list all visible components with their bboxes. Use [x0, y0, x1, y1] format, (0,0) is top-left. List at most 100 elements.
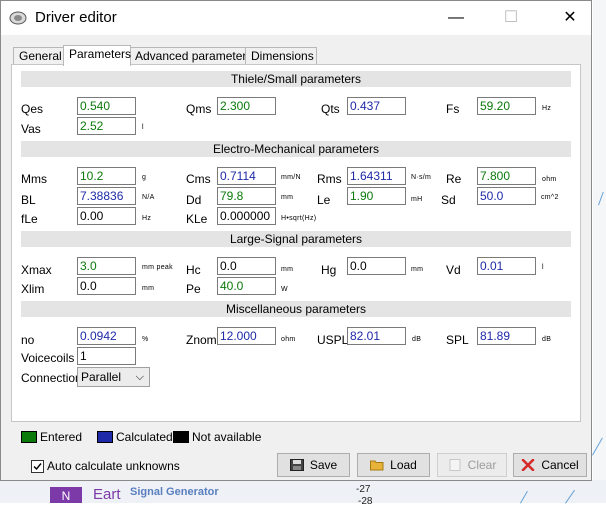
- hc-unit: mm: [281, 266, 294, 273]
- tab-dimensions[interactable]: Dimensions: [245, 47, 317, 65]
- uspl-unit: dB: [412, 336, 422, 343]
- cms-field[interactable]: 0.7114: [217, 167, 276, 185]
- not-available-color-swatch: [173, 431, 189, 443]
- connection-select[interactable]: Parallel ⌵: [77, 367, 150, 387]
- pe-field[interactable]: 40.0: [217, 277, 276, 295]
- xlim-field[interactable]: 0.0: [77, 277, 136, 295]
- fle-label: fLe: [21, 212, 38, 226]
- background-app-label: Eart: [93, 486, 121, 503]
- uspl-label: USPL: [317, 333, 349, 347]
- background-app-taskbar: [0, 480, 606, 503]
- no-unit: %: [142, 336, 149, 343]
- no-field[interactable]: 0.0942: [77, 327, 136, 345]
- hg-field[interactable]: 0.0: [347, 257, 406, 275]
- bl-unit: N/A: [142, 194, 155, 201]
- background-number: -28: [358, 496, 373, 507]
- save-button[interactable]: Save: [277, 453, 350, 477]
- rms-field[interactable]: 1.64311: [347, 167, 406, 185]
- fle-unit: Hz: [142, 215, 152, 222]
- voicecoils-field[interactable]: 1: [77, 347, 136, 365]
- dd-unit: mm: [281, 194, 294, 201]
- cancel-button[interactable]: Cancel: [513, 453, 587, 477]
- sd-label: Sd: [441, 193, 456, 207]
- voicecoils-label: Voicecoils: [21, 351, 75, 365]
- mms-unit: g: [142, 174, 147, 181]
- rms-unit: N·s/m: [411, 174, 432, 181]
- le-unit: mH: [411, 196, 423, 203]
- chevron-down-icon: ⌵: [135, 371, 144, 383]
- sd-field[interactable]: 50.0: [477, 187, 536, 205]
- section-large-signal: Large-Signal parameters: [21, 231, 571, 247]
- bl-label: BL: [21, 193, 36, 207]
- section-miscellaneous: Miscellaneous parameters: [21, 301, 571, 317]
- clear-button-label: Clear: [467, 458, 497, 472]
- tab-parameters[interactable]: Parameters: [63, 45, 131, 66]
- xmax-field[interactable]: 3.0: [77, 257, 136, 275]
- vd-field[interactable]: 0.01: [477, 257, 536, 275]
- cancel-button-label: Cancel: [541, 458, 579, 472]
- clear-button[interactable]: Clear: [437, 453, 507, 477]
- le-field[interactable]: 1.90: [347, 187, 406, 205]
- background-number: -27: [356, 484, 371, 495]
- auto-calculate-checkbox[interactable]: [31, 460, 44, 473]
- fs-label: Fs: [446, 102, 460, 116]
- qts-field[interactable]: 0.437: [347, 97, 406, 115]
- cms-label: Cms: [186, 172, 211, 186]
- kle-field[interactable]: 0.000000: [217, 207, 276, 225]
- legend-entered-label: Entered: [40, 430, 83, 444]
- connection-label: Connection: [21, 371, 82, 385]
- parameters-panel: Thiele/Small parameters Qes 0.540 Qms 2.…: [11, 64, 581, 422]
- fs-unit: Hz: [542, 105, 552, 112]
- hg-unit: mm: [411, 266, 424, 273]
- qts-label: Qts: [321, 102, 340, 116]
- bl-field[interactable]: 7.38836: [77, 187, 136, 205]
- background-app-edge: [593, 0, 606, 503]
- section-thiele-small: Thiele/Small parameters: [21, 71, 571, 87]
- legend-calculated-label: Calculated: [116, 430, 173, 444]
- vas-field[interactable]: 2.52: [77, 117, 136, 135]
- qms-field[interactable]: 2.300: [217, 97, 276, 115]
- load-button[interactable]: Load: [357, 453, 430, 477]
- legend-not-available-label: Not available: [192, 430, 262, 444]
- maximize-button[interactable]: ☐: [496, 7, 526, 29]
- fle-field[interactable]: 0.00: [77, 207, 136, 225]
- re-field[interactable]: 7.800: [477, 167, 536, 185]
- floppy-disk-icon: [289, 459, 304, 471]
- hc-field[interactable]: 0.0: [217, 257, 276, 275]
- checkmark-icon: [33, 463, 42, 471]
- fs-field[interactable]: 59.20: [477, 97, 536, 115]
- re-unit: ohm: [542, 176, 557, 183]
- dd-label: Dd: [186, 193, 202, 207]
- section-electro-mechanical: Electro-Mechanical parameters: [21, 141, 571, 157]
- pe-label: Pe: [186, 282, 201, 296]
- pe-unit: W: [281, 286, 288, 293]
- le-label: Le: [317, 193, 331, 207]
- background-signal-generator: Signal Generator: [130, 486, 219, 498]
- qes-field[interactable]: 0.540: [77, 97, 136, 115]
- background-app-badge: N: [50, 487, 82, 503]
- tab-general[interactable]: General: [13, 47, 66, 65]
- tab-advanced-parameters[interactable]: Advanced parameters: [129, 47, 252, 65]
- window-title: Driver editor: [35, 9, 117, 26]
- title-bar[interactable]: Driver editor — ☐ ✕: [1, 1, 591, 35]
- no-label: no: [21, 333, 35, 347]
- connection-value: Parallel: [81, 370, 122, 384]
- dd-field[interactable]: 79.8: [217, 187, 276, 205]
- mms-label: Mms: [21, 172, 47, 186]
- driver-editor-window: Driver editor — ☐ ✕ General Parameters A…: [0, 0, 592, 481]
- minimize-button[interactable]: —: [441, 7, 471, 29]
- znom-label: Znom: [186, 333, 217, 347]
- spl-field[interactable]: 81.89: [477, 327, 536, 345]
- qes-label: Qes: [21, 102, 44, 116]
- znom-field[interactable]: 12.000: [217, 327, 276, 345]
- uspl-field[interactable]: 82.01: [347, 327, 406, 345]
- calculated-color-swatch: [97, 431, 113, 443]
- vas-unit: l: [142, 124, 144, 131]
- cms-unit: mm/N: [281, 174, 301, 181]
- folder-open-icon: [370, 460, 384, 471]
- auto-calculate-label: Auto calculate unknowns: [47, 459, 180, 473]
- re-label: Re: [446, 172, 462, 186]
- rms-label: Rms: [317, 172, 342, 186]
- close-button[interactable]: ✕: [555, 7, 585, 29]
- mms-field[interactable]: 10.2: [77, 167, 136, 185]
